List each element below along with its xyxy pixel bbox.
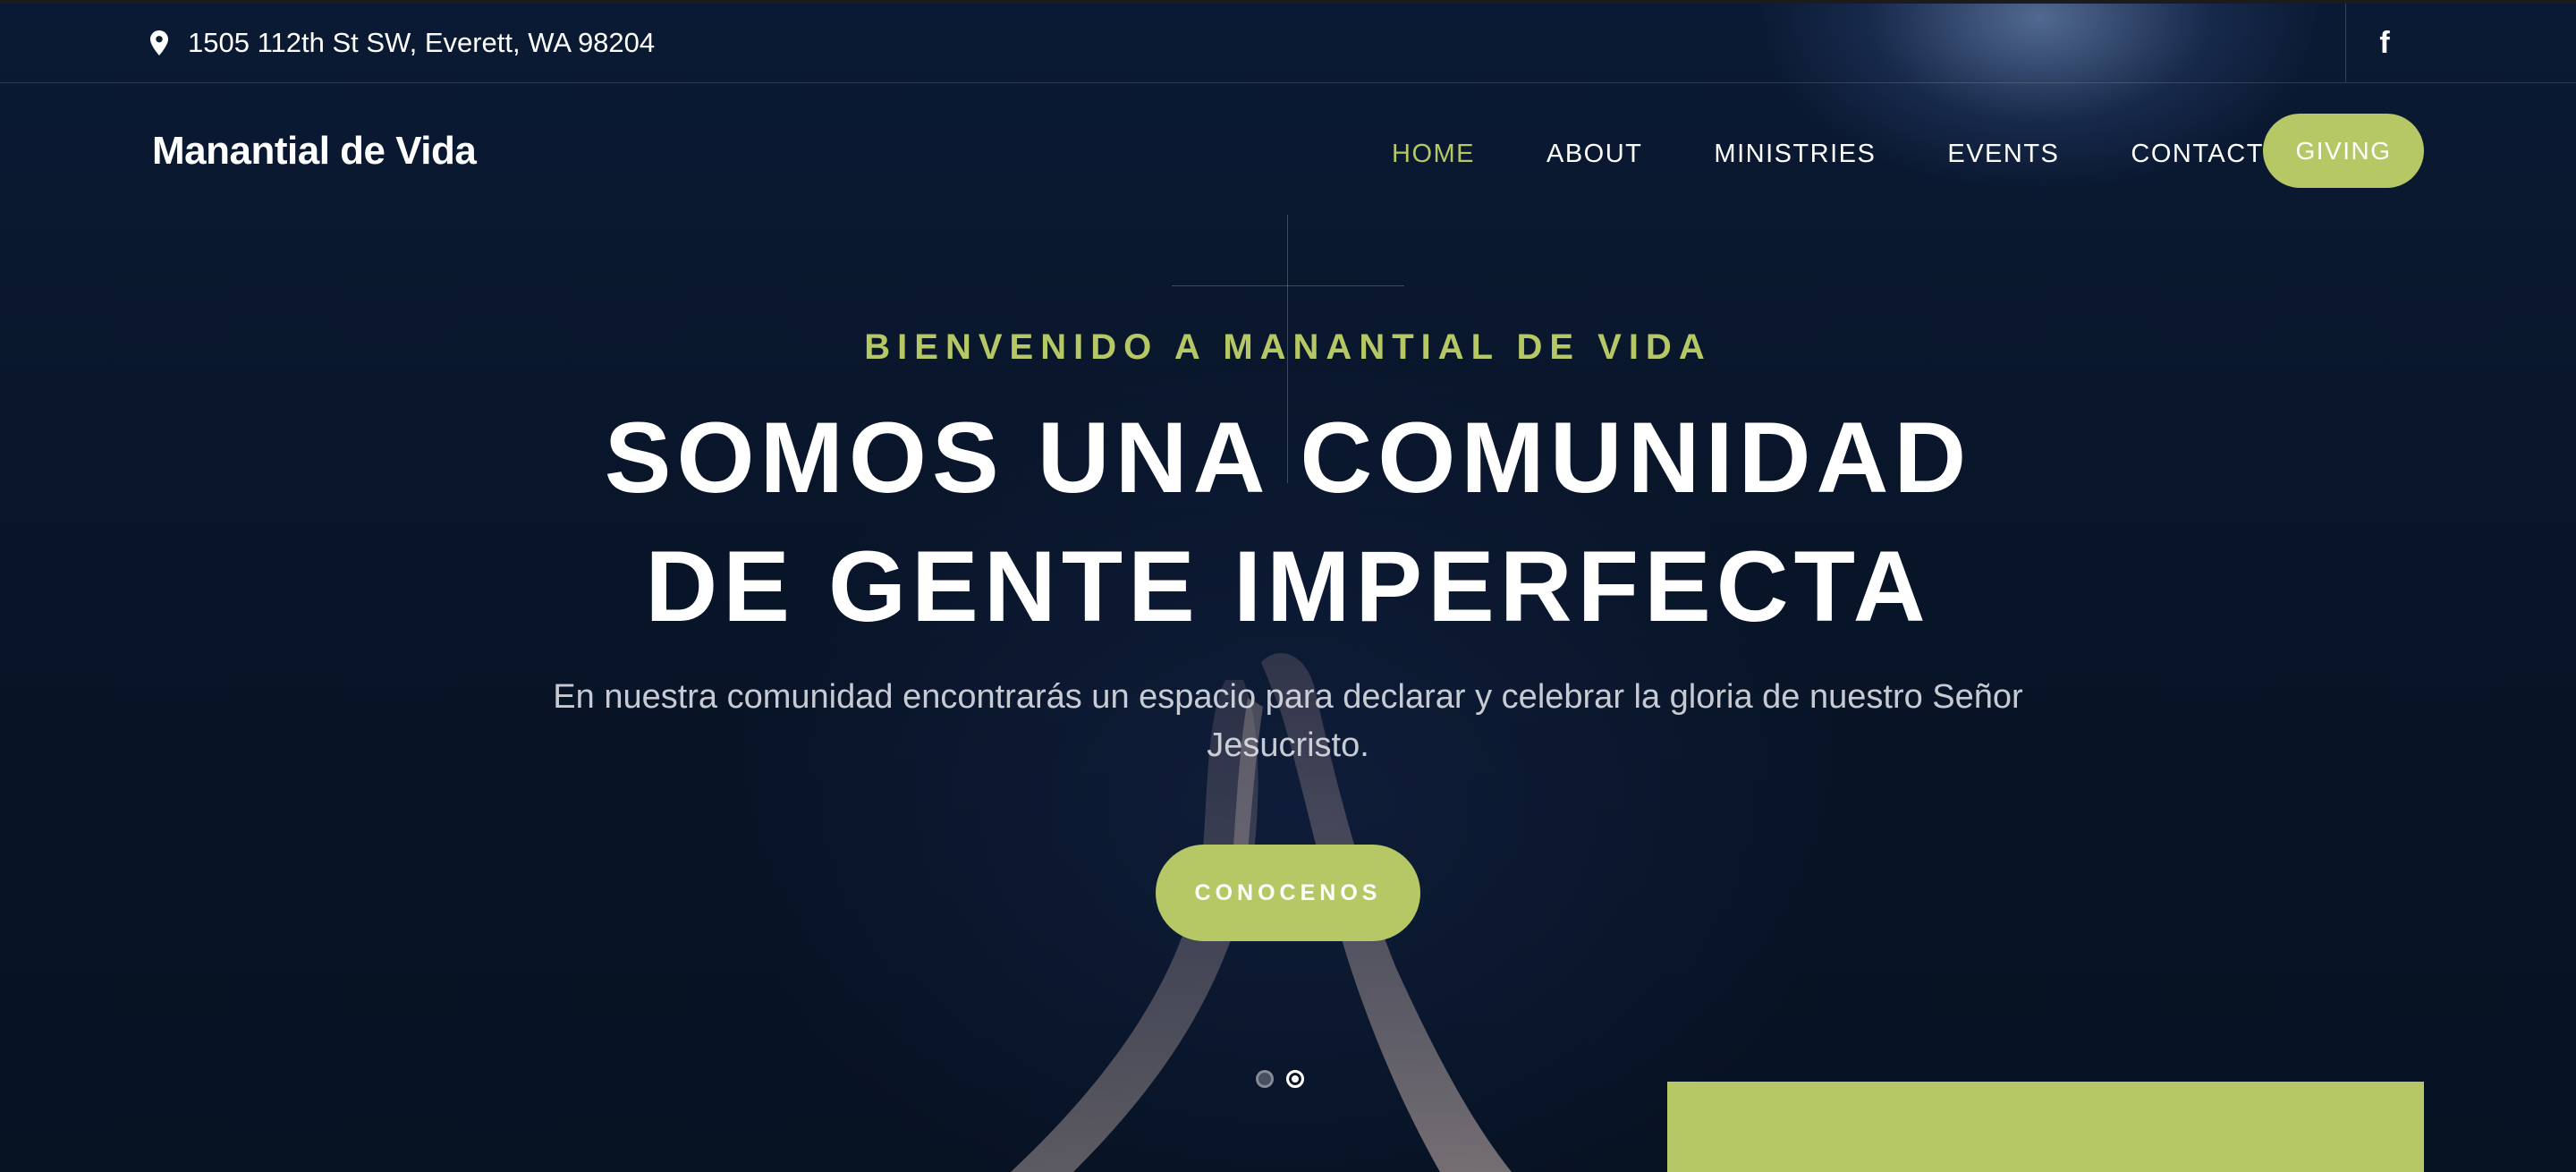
- social-divider: [2345, 4, 2346, 82]
- slider-dots: [1256, 1070, 1304, 1088]
- hero-subtext: En nuestra comunidad encontrarás un espa…: [553, 678, 2023, 764]
- hero-headline-line-2: DE GENTE IMPERFECTA: [645, 531, 1931, 642]
- map-pin-icon: [150, 30, 168, 55]
- accent-panel: [1667, 1082, 2424, 1172]
- nav-item-home[interactable]: HOME: [1392, 140, 1475, 169]
- facebook-icon[interactable]: f: [2372, 27, 2397, 59]
- slider-dot-2[interactable]: [1286, 1070, 1304, 1088]
- cross-horizontal-line: [1172, 285, 1404, 286]
- hero-eyebrow: BIENVENIDO A MANANTIAL DE VIDA: [864, 327, 1712, 367]
- hero-headline-line-1: SOMOS UNA COMUNIDAD: [604, 402, 1972, 514]
- giving-button[interactable]: GIVING: [2263, 114, 2424, 188]
- slider-dot-1[interactable]: [1256, 1070, 1274, 1088]
- nav-item-about[interactable]: ABOUT: [1546, 140, 1642, 169]
- nav-item-contact[interactable]: CONTACT: [2131, 140, 2264, 169]
- site-logo[interactable]: Manantial de Vida: [152, 129, 477, 174]
- hero-headline: SOMOS UNA COMUNIDAD DE GENTE IMPERFECTA: [0, 394, 2576, 651]
- nav-item-events[interactable]: EVENTS: [1947, 140, 2059, 169]
- address: 1505 112th St SW, Everett, WA 98204: [150, 25, 655, 61]
- conocenos-button[interactable]: CONOCENOS: [1156, 845, 1420, 941]
- top-info-bar: 1505 112th St SW, Everett, WA 98204 f: [0, 4, 2576, 83]
- main-nav: HOME ABOUT MINISTRIES EVENTS CONTACT: [1392, 134, 2335, 174]
- nav-item-ministries[interactable]: MINISTRIES: [1714, 140, 1876, 169]
- page: 1505 112th St SW, Everett, WA 98204 f Ma…: [0, 0, 2576, 1172]
- address-text: 1505 112th St SW, Everett, WA 98204: [188, 27, 656, 58]
